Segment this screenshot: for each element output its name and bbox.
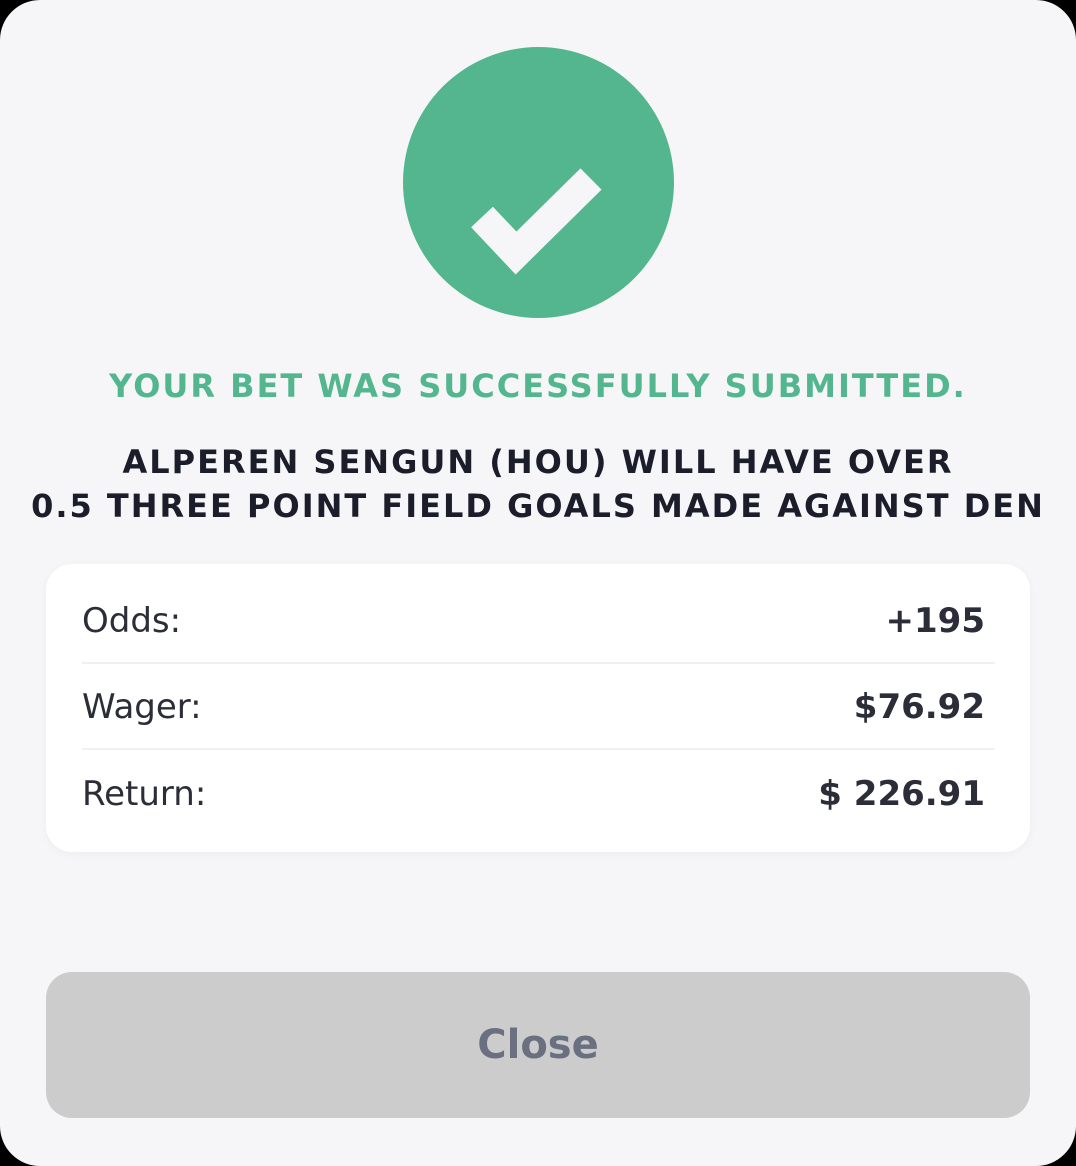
bet-summary-card: Odds: +195 Wager: $76.92 Return: $ 226.9… [46,564,1030,852]
summary-row-wager: Wager: $76.92 [82,664,995,750]
summary-row-odds: Odds: +195 [82,578,995,664]
bet-confirmation-modal: YOUR BET WAS SUCCESSFULLY SUBMITTED. ALP… [0,0,1076,1166]
summary-row-return: Return: $ 226.91 [82,751,995,837]
wager-value: $76.92 [853,687,985,727]
bet-description-line: ALPEREN SENGUN (HOU) WILL HAVE OVER [122,443,954,481]
wager-label: Wager: [82,687,202,727]
check-icon [471,168,602,275]
bet-description-line: 0.5 THREE POINT FIELD GOALS MADE AGAINST… [31,487,1045,525]
success-badge [403,47,674,318]
close-button[interactable]: Close [46,972,1030,1118]
success-message: YOUR BET WAS SUCCESSFULLY SUBMITTED. [109,367,967,405]
odds-label: Odds: [82,601,182,641]
return-label: Return: [82,774,207,814]
bet-description: ALPEREN SENGUN (HOU) WILL HAVE OVER 0.5 … [0,440,1076,528]
return-value: $ 226.91 [818,774,985,814]
odds-value: +195 [885,601,985,641]
